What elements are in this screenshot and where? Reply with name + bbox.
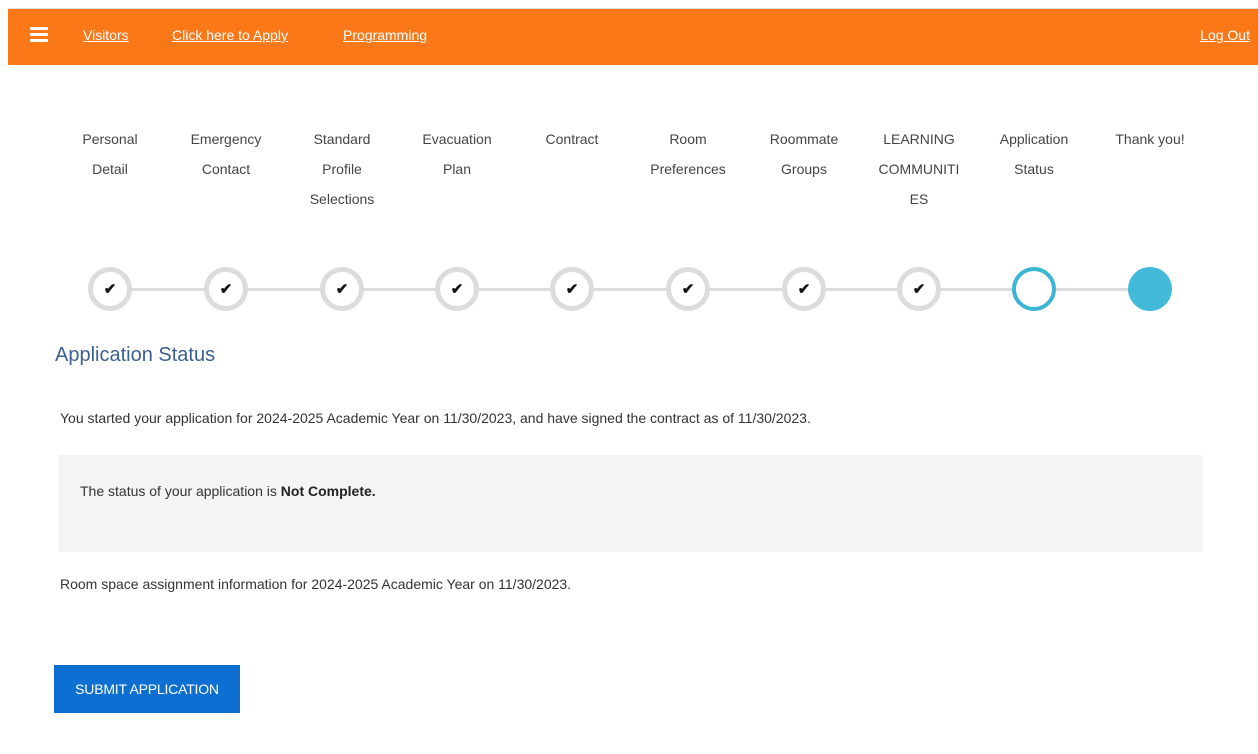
step-label-line: Evacuation: [422, 131, 492, 147]
step-label-line: LEARNING: [883, 131, 955, 147]
step-label-line: Selections: [309, 191, 375, 207]
application-progress-stepper: Personal Detail Emergency Contact Standa…: [0, 0, 1258, 320]
check-icon: ✔: [797, 280, 811, 298]
step-circle-standard-profile[interactable]: ✔: [320, 267, 364, 311]
step-label-line: Plan: [442, 161, 472, 177]
status-panel: The status of your application is Not Co…: [59, 455, 1203, 552]
room-assignment-text: Room space assignment information for 20…: [60, 576, 572, 592]
step-label-emergency-contact: Emergency Contact: [176, 124, 276, 184]
step-label-line: Standard: [313, 131, 371, 147]
check-icon: ✔: [681, 280, 695, 298]
submit-application-button[interactable]: SUBMIT APPLICATION: [54, 665, 240, 713]
progress-track: [110, 288, 1150, 291]
step-circle-evacuation-plan[interactable]: ✔: [435, 267, 479, 311]
step-label-application-status: Application Status: [984, 124, 1084, 184]
step-label-line: Roommate: [769, 131, 839, 147]
step-label-line: Contact: [201, 161, 251, 177]
status-value: Not Complete.: [280, 483, 376, 499]
step-circle-roommate-groups[interactable]: ✔: [782, 267, 826, 311]
step-label-standard-profile: Standard Profile Selections: [292, 124, 392, 214]
step-circle-emergency-contact[interactable]: ✔: [204, 267, 248, 311]
step-label-line: Preferences: [650, 161, 726, 177]
step-label-line: Profile: [322, 161, 362, 177]
step-label-evacuation-plan: Evacuation Plan: [407, 124, 507, 184]
step-label-line: Emergency: [190, 131, 262, 147]
step-label-line: Personal: [82, 131, 138, 147]
step-label-roommate-groups: Roommate Groups: [754, 124, 854, 184]
step-label-line: Detail: [92, 161, 128, 177]
step-label-line: Status: [1014, 161, 1054, 177]
check-icon: ✔: [565, 280, 579, 298]
step-label-line: Room: [669, 131, 707, 147]
step-label-personal-detail: Personal Detail: [60, 124, 160, 184]
check-icon: ✔: [219, 280, 233, 298]
step-label-line: Contract: [545, 131, 599, 147]
step-circle-contract[interactable]: ✔: [550, 267, 594, 311]
step-label-line: ES: [909, 191, 929, 207]
status-message: The status of your application is Not Co…: [80, 483, 376, 499]
step-circle-thank-you[interactable]: [1128, 267, 1172, 311]
application-intro-text: You started your application for 2024-20…: [60, 410, 811, 426]
check-icon: ✔: [335, 280, 349, 298]
status-prefix: The status of your application is: [80, 483, 281, 499]
page-title: Application Status: [55, 344, 216, 366]
check-icon: ✔: [103, 280, 117, 298]
check-icon: ✔: [450, 280, 464, 298]
step-circle-personal-detail[interactable]: ✔: [88, 267, 132, 311]
check-icon: ✔: [912, 280, 926, 298]
step-label-thank-you: Thank you!: [1100, 124, 1200, 154]
step-label-line: Groups: [781, 161, 827, 177]
step-label-line: Application: [999, 131, 1069, 147]
step-label-room-preferences: Room Preferences: [638, 124, 738, 184]
step-label-line: Thank you!: [1115, 131, 1185, 147]
step-circle-application-status[interactable]: [1012, 267, 1056, 311]
step-circle-learning-communities[interactable]: ✔: [897, 267, 941, 311]
step-label-line: COMMUNITI: [878, 161, 960, 177]
step-label-contract: Contract: [522, 124, 622, 154]
step-label-learning-communities: LEARNING COMMUNITI ES: [877, 124, 961, 214]
step-circle-room-preferences[interactable]: ✔: [666, 267, 710, 311]
